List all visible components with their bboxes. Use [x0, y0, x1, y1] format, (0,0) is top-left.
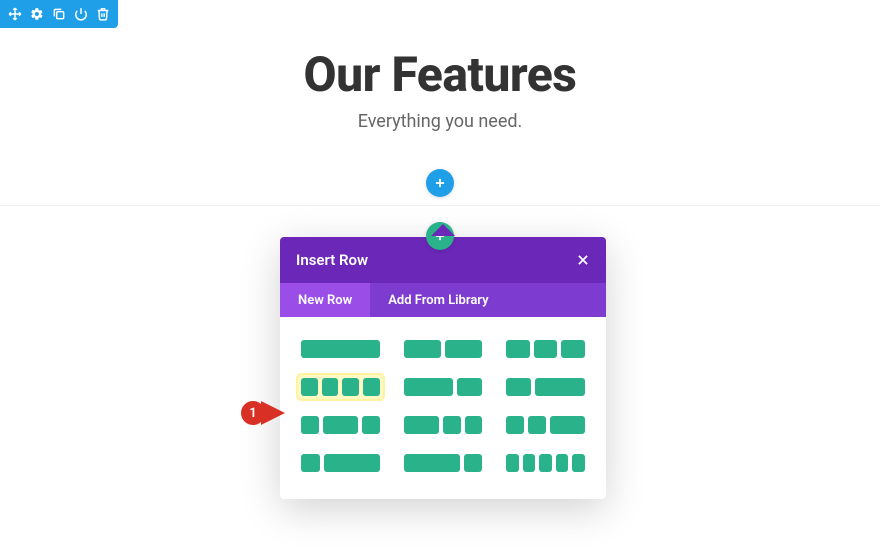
row-layout-option[interactable]	[298, 451, 383, 475]
tab-add-from-library[interactable]: Add From Library	[370, 283, 506, 317]
row-layout-option[interactable]	[298, 375, 383, 399]
section-toolbar	[0, 0, 118, 28]
row-layout-option[interactable]	[503, 413, 588, 437]
close-icon[interactable]	[576, 253, 590, 267]
add-section-button[interactable]	[426, 169, 454, 197]
page-subtitle: Everything you need.	[0, 111, 880, 132]
row-layout-option[interactable]	[401, 451, 486, 475]
insert-row-popover: Insert Row New Row Add From Library	[280, 237, 606, 499]
popover-arrow	[431, 224, 455, 236]
hero-section: Our Features Everything you need.	[0, 0, 880, 132]
row-layout-option[interactable]	[298, 413, 383, 437]
move-icon[interactable]	[4, 3, 26, 25]
row-layout-option[interactable]	[503, 451, 588, 475]
popover-tabs: New Row Add From Library	[280, 283, 606, 317]
section-divider	[0, 205, 880, 206]
row-layout-option[interactable]	[401, 413, 486, 437]
row-layout-option[interactable]	[401, 375, 486, 399]
annotation-number: 1	[241, 401, 265, 425]
row-layout-option[interactable]	[503, 337, 588, 361]
row-layout-option[interactable]	[503, 375, 588, 399]
row-layout-option[interactable]	[298, 337, 383, 361]
trash-icon[interactable]	[92, 3, 114, 25]
row-layout-option[interactable]	[401, 337, 486, 361]
power-icon[interactable]	[70, 3, 92, 25]
gear-icon[interactable]	[26, 3, 48, 25]
row-layout-grid	[280, 317, 606, 499]
duplicate-icon[interactable]	[48, 3, 70, 25]
page-title: Our Features	[0, 46, 880, 103]
tab-new-row[interactable]: New Row	[280, 283, 370, 317]
popover-title: Insert Row	[296, 251, 368, 269]
